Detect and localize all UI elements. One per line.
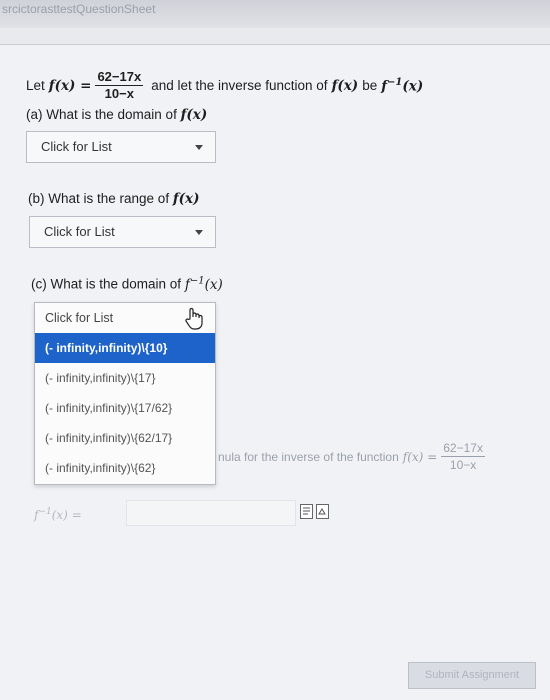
- fraction-denominator: 10−x: [104, 86, 134, 101]
- preview-icon[interactable]: [316, 504, 329, 519]
- part-d-fraction: 62−17x 10−x: [441, 441, 485, 472]
- inverse-answer-input[interactable]: [126, 500, 296, 526]
- window-title-bar: srcictorasttestQuestionSheet: [0, 0, 550, 28]
- fraction-numerator: 62−17x: [95, 69, 144, 86]
- domain-option-62[interactable]: (- infinity,infinity)\{62}: [35, 453, 215, 483]
- part-d-text: nula for the inverse of the function: [218, 449, 399, 464]
- function-fraction: 62−17x 10−x: [95, 69, 144, 101]
- window-title: srcictorasttestQuestionSheet: [2, 2, 156, 16]
- answer-exponent: −1: [38, 507, 52, 517]
- domain-f-select[interactable]: Click for List: [26, 131, 216, 163]
- inverse-function: f−1(x): [381, 77, 423, 95]
- domain-option-17[interactable]: (- infinity,infinity)\{17}: [35, 363, 215, 393]
- part-c-text: (c) What is the domain of: [31, 276, 182, 292]
- intro-be: be: [362, 78, 378, 93]
- question-panel: Let f(x) = 62−17x 10−x and let the inver…: [0, 45, 550, 700]
- intro-fx: f(x): [331, 77, 359, 94]
- part-b-fx: f(x): [172, 191, 200, 207]
- range-f-select-value: Click for List: [44, 224, 115, 239]
- range-f-select[interactable]: Click for List: [29, 216, 216, 248]
- domain-option-10[interactable]: (- infinity,infinity)\{10}: [35, 333, 215, 363]
- intro-rest: and let the inverse function of: [151, 78, 328, 93]
- part-d-denominator: 10−x: [449, 458, 477, 472]
- part-d-numerator: 62−17x: [441, 441, 485, 457]
- chevron-down-icon: [195, 145, 203, 150]
- part-a-text: (a) What is the domain of: [26, 107, 177, 122]
- part-b-text: (b) What is the range of: [28, 191, 170, 206]
- part-b-label: (b) What is the range of f(x): [28, 191, 199, 207]
- domain-option-17-62[interactable]: (- infinity,infinity)\{17/62}: [35, 393, 215, 423]
- part-c-exponent: −1: [189, 275, 205, 286]
- inverse-arg: (x): [402, 78, 424, 95]
- function-name: f(x) =: [48, 77, 92, 94]
- part-d-fx: f(x) =: [402, 449, 438, 464]
- domain-finv-select[interactable]: Click for List: [35, 303, 215, 333]
- inverse-exponent: −1: [387, 76, 403, 88]
- part-c-finv: f−1(x): [185, 275, 223, 293]
- answer-label: f−1(x) =: [34, 507, 82, 522]
- intro-let: Let: [26, 78, 45, 93]
- domain-f-select-value: Click for List: [41, 139, 112, 154]
- domain-finv-select-value: Click for List: [45, 311, 114, 325]
- part-a-fx: f(x): [180, 107, 208, 123]
- submit-assignment-button[interactable]: Submit Assignment: [408, 662, 536, 689]
- domain-option-62-17[interactable]: (- infinity,infinity)\{62/17}: [35, 423, 215, 453]
- chevron-down-icon: [195, 230, 203, 235]
- domain-finv-dropdown[interactable]: Click for List (- infinity,infinity)\{10…: [34, 302, 216, 485]
- hand-cursor-icon: [185, 307, 203, 330]
- part-c-label: (c) What is the domain of f−1(x): [31, 275, 223, 293]
- part-c-arg: (x): [204, 276, 223, 293]
- question-intro: Let f(x) = 62−17x 10−x and let the inver…: [26, 70, 423, 101]
- answer-arg: (x) =: [51, 508, 82, 522]
- part-d-label: nula for the inverse of the function f(x…: [218, 441, 485, 472]
- part-a-label: (a) What is the domain of f(x): [26, 107, 207, 123]
- equation-editor-icon[interactable]: [300, 504, 313, 519]
